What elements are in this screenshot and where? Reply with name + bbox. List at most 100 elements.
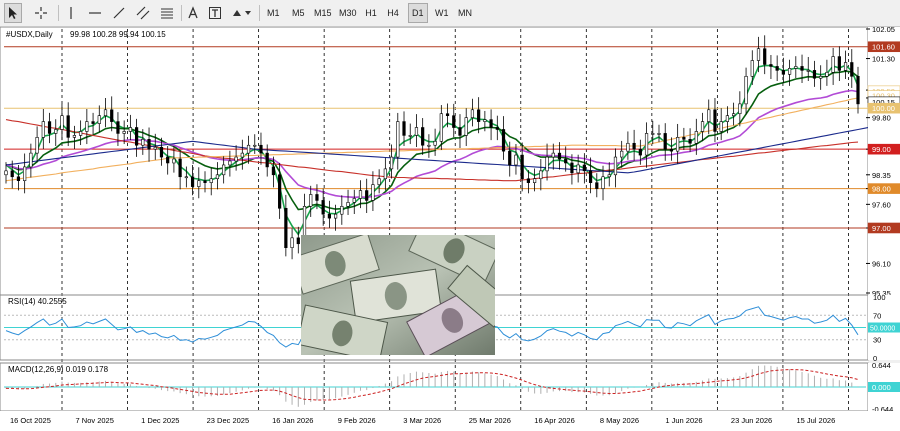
candle-body bbox=[439, 113, 443, 142]
timeframe-m30-button[interactable]: M30 bbox=[336, 3, 360, 23]
candle-body bbox=[763, 48, 767, 65]
candle-body bbox=[365, 190, 369, 201]
candle-body bbox=[172, 158, 176, 164]
timeframe-m1-button[interactable]: M1 bbox=[264, 3, 283, 23]
candle-body bbox=[352, 198, 356, 203]
candle-body bbox=[700, 121, 705, 132]
arrows-shapes-icon[interactable] bbox=[230, 3, 254, 23]
candle-body bbox=[489, 119, 493, 128]
candle-body bbox=[775, 66, 779, 71]
text-icon[interactable] bbox=[184, 3, 202, 23]
candle-body bbox=[371, 184, 375, 201]
candle-body bbox=[284, 207, 288, 248]
candle-body bbox=[383, 168, 387, 180]
candle-body bbox=[72, 135, 77, 138]
ohlc-readout: 99.98 100.28 99.94 100.15 bbox=[70, 30, 166, 39]
equidistant-channel-icon[interactable] bbox=[134, 3, 152, 23]
date-label: 1 Jun 2026 bbox=[665, 416, 702, 425]
price-tick-label: 102.05 bbox=[872, 27, 895, 34]
date-label: 25 Mar 2026 bbox=[469, 416, 511, 425]
candle-body bbox=[825, 72, 829, 77]
candle-body bbox=[340, 206, 344, 215]
candle-body bbox=[738, 103, 742, 115]
candle-body bbox=[141, 139, 145, 146]
candle-body bbox=[626, 142, 630, 152]
level-label: 100.00 bbox=[872, 104, 895, 113]
trendline-icon[interactable] bbox=[110, 3, 128, 23]
candle-body bbox=[134, 127, 139, 146]
price-tick-label: 101.30 bbox=[872, 55, 895, 64]
candle-body bbox=[445, 113, 450, 116]
candle-body bbox=[253, 144, 257, 147]
candle-body bbox=[259, 144, 263, 154]
candle-body bbox=[856, 75, 860, 105]
date-label: 3 Mar 2026 bbox=[403, 416, 441, 425]
candle-body bbox=[464, 117, 468, 136]
date-label: 1 Dec 2025 bbox=[141, 416, 179, 425]
level-label: 98.00 bbox=[872, 185, 891, 194]
candle-body bbox=[806, 70, 810, 72]
candle-body bbox=[29, 152, 33, 168]
horizontal-line-icon[interactable] bbox=[86, 3, 104, 23]
candle-body bbox=[358, 190, 363, 199]
candle-body bbox=[452, 115, 456, 128]
candle-body bbox=[551, 152, 555, 158]
crosshair-icon[interactable] bbox=[32, 3, 50, 23]
macd-tick-label: 0.644 bbox=[872, 361, 891, 370]
candle-body bbox=[508, 150, 512, 166]
candle-body bbox=[309, 194, 313, 207]
candle-body bbox=[713, 109, 717, 132]
timeframe-d1-button[interactable]: D1 bbox=[408, 3, 428, 23]
candle-body bbox=[725, 115, 730, 122]
macd-title: MACD(12,26,9) 0.019 0.178 bbox=[8, 365, 109, 374]
candle-body bbox=[85, 121, 89, 132]
candle-body bbox=[707, 109, 711, 122]
candle-body bbox=[414, 127, 419, 136]
timeframe-h1-button[interactable]: H1 bbox=[362, 3, 380, 23]
timeframe-w1-button[interactable]: W1 bbox=[432, 3, 452, 23]
candle-body bbox=[10, 170, 14, 178]
candle-body bbox=[35, 137, 39, 154]
candle-body bbox=[620, 150, 624, 158]
candle-body bbox=[781, 70, 785, 75]
date-label: 9 Feb 2026 bbox=[338, 416, 376, 425]
candle-body bbox=[228, 160, 232, 166]
rsi-tick-label: 30 bbox=[873, 336, 881, 345]
fibonacci-retracement-icon[interactable] bbox=[158, 3, 176, 23]
macd-level-label: 0.000 bbox=[872, 383, 891, 392]
candle-body bbox=[663, 133, 667, 150]
candle-body bbox=[657, 133, 661, 135]
candle-body bbox=[91, 121, 95, 124]
candle-body bbox=[819, 75, 823, 79]
candle-body bbox=[694, 131, 698, 144]
candle-body bbox=[719, 121, 723, 132]
candle-body bbox=[128, 127, 132, 132]
chart-background bbox=[0, 27, 868, 431]
text-label-icon[interactable] bbox=[206, 3, 224, 23]
candle-body bbox=[501, 129, 506, 152]
rsi-tick-label: 70 bbox=[873, 311, 881, 320]
timeframe-mn-button[interactable]: MN bbox=[455, 3, 475, 23]
candle-body bbox=[433, 140, 437, 146]
vertical-line-icon[interactable] bbox=[62, 3, 80, 23]
timeframe-m15-button[interactable]: M15 bbox=[311, 3, 335, 23]
candle-body bbox=[222, 164, 226, 176]
candle-body bbox=[334, 213, 338, 219]
candle-body bbox=[184, 176, 188, 179]
candle-body bbox=[837, 56, 841, 71]
candle-body bbox=[843, 62, 848, 71]
candle-body bbox=[23, 166, 27, 182]
candle-body bbox=[638, 148, 642, 156]
candle-body bbox=[296, 237, 300, 245]
candle-body bbox=[402, 121, 406, 136]
toolbar-separator bbox=[58, 5, 59, 21]
candle-body bbox=[613, 156, 618, 176]
candle-body bbox=[377, 178, 381, 185]
timeframe-h4-button[interactable]: H4 bbox=[384, 3, 402, 23]
cursor-icon[interactable] bbox=[4, 3, 22, 23]
candle-body bbox=[265, 152, 269, 168]
timeframe-m5-button[interactable]: M5 bbox=[289, 3, 308, 23]
candle-body bbox=[147, 139, 151, 150]
date-label: 7 Nov 2025 bbox=[76, 416, 114, 425]
level-label: 101.60 bbox=[872, 43, 895, 52]
